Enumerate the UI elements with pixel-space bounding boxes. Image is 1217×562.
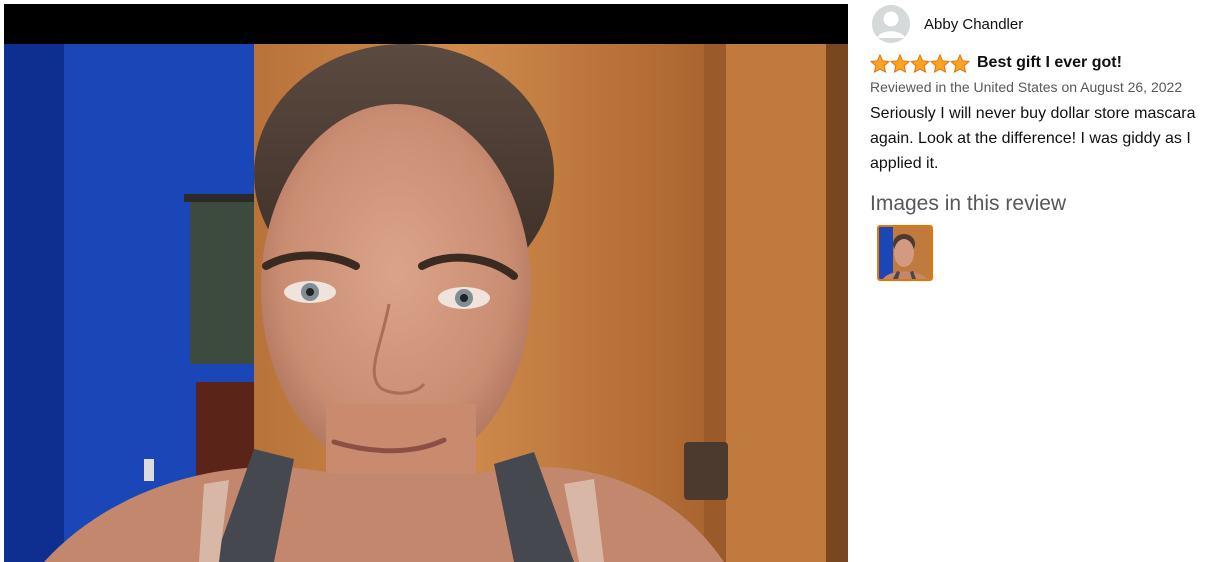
star-icon [950,53,970,73]
star-icon [870,53,890,73]
user-avatar-icon [872,5,910,43]
review-date: Reviewed in the United States on August … [870,79,1183,95]
star-rating[interactable] [870,53,970,73]
star-icon [930,53,950,73]
review-photo-large[interactable] [4,4,848,562]
thumbnail-image [879,227,931,279]
review-author[interactable]: Abby Chandler [870,4,1216,44]
review-title[interactable]: Best gift I ever got! [977,54,1122,72]
star-icon [890,53,910,73]
author-name[interactable]: Abby Chandler [924,16,1023,33]
review-title-row: Best gift I ever got! [870,52,1216,74]
review-body: Seriously I will never buy dollar store … [870,105,1196,172]
review-panel: Abby Chandler Best gift I ever got! Revi… [870,4,1216,281]
star-icon [910,53,930,73]
review-image-thumbnail[interactable] [877,225,933,281]
images-heading: Images in this review [870,192,1067,215]
review-photo-image [4,4,848,562]
